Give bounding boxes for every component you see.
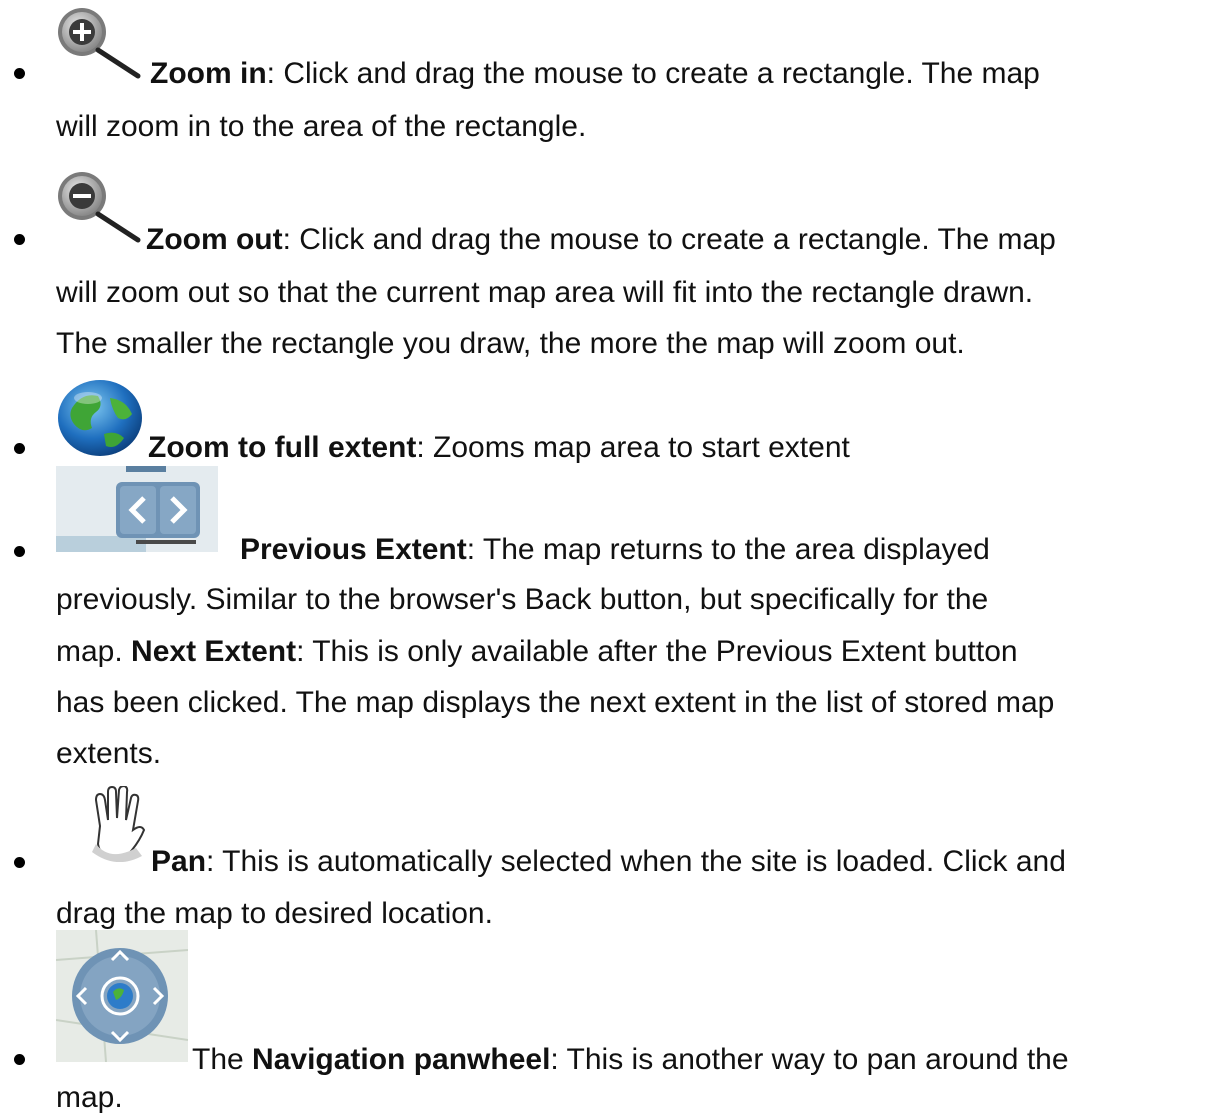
item-line: map. Next Extent: This is only available… [56,632,1018,672]
hand-icon [92,786,146,862]
item-title: Next Extent [131,635,297,668]
bullet [14,546,25,557]
item-title: Zoom in [150,57,267,90]
previous-next-extent-icon [56,466,218,552]
bullet [14,1054,25,1065]
item-title: Zoom out [146,223,283,256]
item-line: will zoom out so that the current map ar… [56,276,1034,309]
item-text: : Click and drag the mouse to create a r… [266,57,1040,90]
item-text: : This is only available after the Previ… [296,635,1018,668]
panwheel-icon [56,930,188,1062]
item-line: has been clicked. The map displays the n… [56,686,1055,719]
item-line: map. [56,1081,123,1114]
globe-icon [58,380,142,456]
item-title: Previous Extent [240,533,467,566]
item-line: Previous Extent: The map returns to the … [240,530,990,570]
bullet [14,234,25,245]
item-text: : The map returns to the area displayed [466,533,990,566]
item-line: Zoom in: Click and drag the mouse to cre… [150,54,1040,94]
item-line: Pan: This is automatically selected when… [151,842,1066,882]
zoom-in-icon [58,8,141,79]
item-title: Navigation panwheel [252,1043,551,1076]
item-title: Zoom to full extent [148,431,417,464]
item-line: will zoom in to the area of the rectangl… [56,110,587,143]
item-line: The smaller the rectangle you draw, the … [56,327,965,360]
item-line: Zoom out: Click and drag the mouse to cr… [146,220,1056,260]
item-line: The Navigation panwheel: This is another… [192,1040,1069,1080]
item-text: : Zooms map area to start extent [416,431,850,464]
bullet [14,68,25,79]
item-text: : Click and drag the mouse to create a r… [282,223,1056,256]
item-text: The [192,1043,253,1076]
item-line: Zoom to full extent: Zooms map area to s… [148,428,850,468]
bullet [14,443,25,454]
item-line: drag the map to desired location. [56,897,493,930]
item-text: : This is automatically selected when th… [206,845,1066,878]
bullet [14,857,25,868]
item-text: map. [56,635,132,668]
item-line: previously. Similar to the browser's Bac… [56,583,989,616]
item-line: extents. [56,737,162,770]
item-text: : This is another way to pan around the [550,1043,1069,1076]
item-title: Pan [151,845,207,878]
zoom-out-icon [58,172,141,243]
